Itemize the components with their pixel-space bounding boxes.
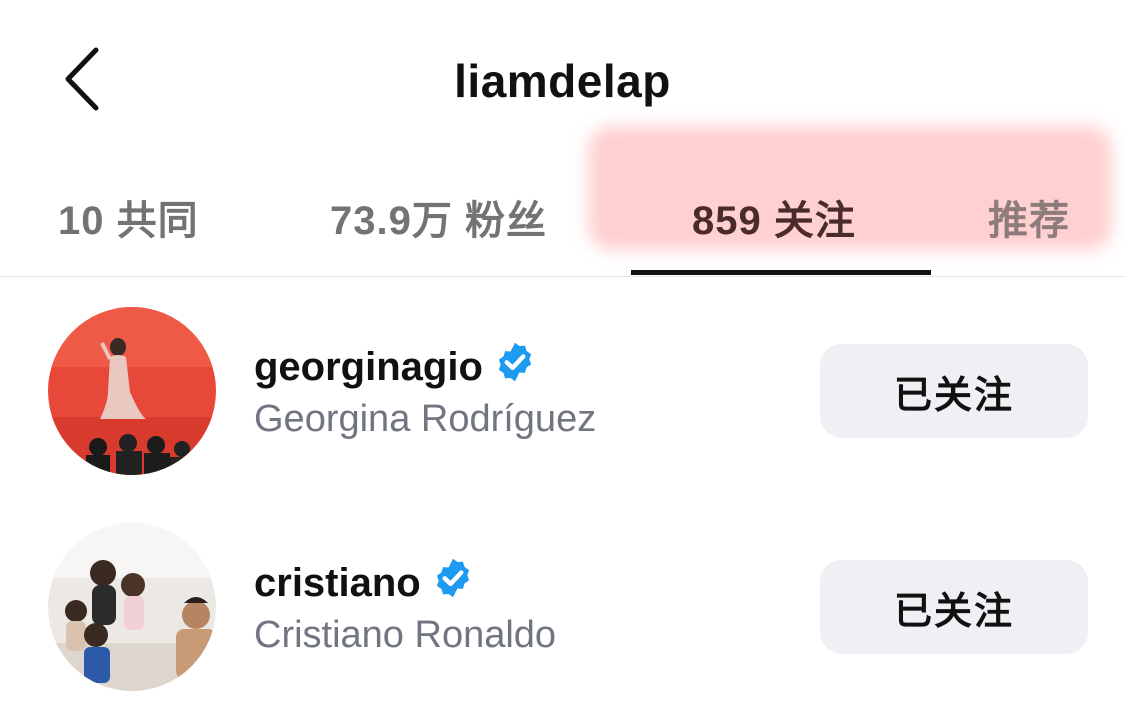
username[interactable]: cristiano <box>254 556 475 610</box>
tab-suggested[interactable]: 推荐 <box>988 188 1070 246</box>
list-item[interactable]: georginagio Georgina Rodríguez 已关注 <box>0 300 1125 490</box>
username-text: cristiano <box>254 560 421 605</box>
following-button[interactable]: 已关注 <box>820 344 1088 438</box>
full-name: Cristiano Ronaldo <box>254 614 557 656</box>
tab-following[interactable]: 859 关注 <box>692 188 856 246</box>
active-tab-indicator <box>631 270 931 275</box>
tabs-divider <box>0 276 1125 277</box>
following-button[interactable]: 已关注 <box>820 560 1088 654</box>
page-title: liamdelap <box>454 55 671 107</box>
avatar[interactable] <box>48 523 216 691</box>
full-name: Georgina Rodríguez <box>254 398 597 440</box>
username[interactable]: georginagio <box>254 340 537 394</box>
avatar[interactable] <box>48 307 216 475</box>
verified-badge-icon <box>431 556 475 610</box>
tab-followers[interactable]: 73.9万 粉丝 <box>330 188 547 246</box>
tab-mutual[interactable]: 10 共同 <box>58 188 199 246</box>
following-screen: liamdelap 10 共同 73.9万 粉丝 859 关注 推荐 georg… <box>0 0 1125 706</box>
list-item[interactable]: cristiano Cristiano Ronaldo 已关注 <box>0 516 1125 706</box>
username-text: georginagio <box>254 344 483 389</box>
verified-badge-icon <box>493 340 537 394</box>
